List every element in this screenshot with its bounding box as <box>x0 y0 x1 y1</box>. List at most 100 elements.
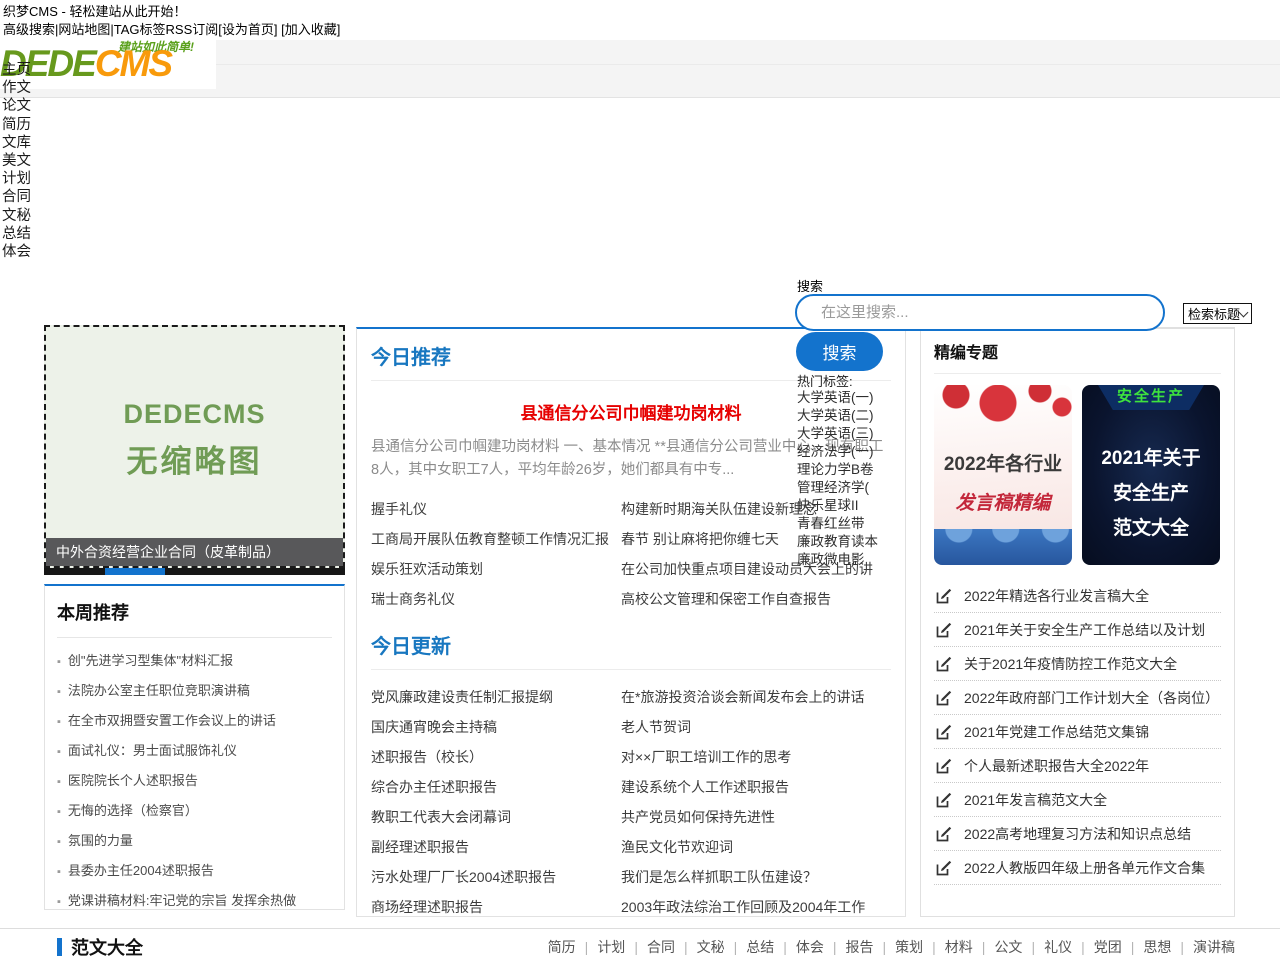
card-title-line: 安全生产 <box>1082 476 1220 511</box>
site-logo[interactable]: 建站如此简单! DEDECMS <box>0 38 216 89</box>
separator: | <box>1031 939 1035 955</box>
topic-link[interactable]: 2021年党建工作总结范文集锦 <box>934 715 1221 749</box>
category-link[interactable]: 总结 <box>746 937 774 957</box>
article-link[interactable]: 我们是怎么样抓职工队伍建设？ <box>621 862 891 892</box>
article-link[interactable]: 2003年政法综治工作回顾及2004年工作 <box>621 892 891 922</box>
list-item[interactable]: ▪党课讲稿材料:牢记党的宗旨 发挥余热做 <box>57 886 332 916</box>
separator: | <box>734 939 738 955</box>
topics-list: 2022年精选各行业发言稿大全 2021年关于安全生产工作总结以及计划 关于20… <box>934 579 1221 885</box>
article-link[interactable]: 副经理述职报告 <box>371 832 621 862</box>
nav-item-wenku[interactable]: 文库 <box>2 134 31 152</box>
search-button[interactable]: 搜索 <box>796 332 883 371</box>
article-link[interactable]: 教职工代表大会闭幕词 <box>371 802 621 832</box>
category-link[interactable]: 演讲稿 <box>1193 937 1235 957</box>
article-link[interactable]: 渔民文化节欢迎词 <box>621 832 891 862</box>
list-item[interactable]: ▪法院办公室主任职位竞职演讲稿 <box>57 676 332 706</box>
article-link[interactable]: 述职报告（校长） <box>371 742 621 772</box>
list-item[interactable]: ▪医院院长个人述职报告 <box>57 766 332 796</box>
article-link[interactable]: 综合办主任述职报告 <box>371 772 621 802</box>
list-item[interactable]: ▪创"先进学习型集体"材料汇报 <box>57 646 332 676</box>
list-item[interactable]: ▪在全市双拥暨安置工作会议上的讲话 <box>57 706 332 736</box>
topic-link[interactable]: 2022年政府部门工作计划大全（各岗位） <box>934 681 1221 715</box>
bullet-icon: ▪ <box>57 686 61 698</box>
category-link[interactable]: 礼仪 <box>1044 937 1072 957</box>
article-link[interactable]: 高校公文管理和保密工作自查报告 <box>621 584 891 614</box>
logo-cms-text: CMS <box>95 43 171 84</box>
category-link[interactable]: 报告 <box>846 937 874 957</box>
topic-link[interactable]: 2021年发言稿范文大全 <box>934 783 1221 817</box>
list-item[interactable]: ▪无悔的选择（检察官） <box>57 796 332 826</box>
list-item[interactable]: ▪面试礼仪：男士面试服饰礼仪 <box>57 736 332 766</box>
nav-item-meiwen[interactable]: 美文 <box>2 152 31 170</box>
topics-panel: 精编专题 2022年各行业 发言稿精编 安全生产 2021年关于 安全生产 范文… <box>920 327 1235 917</box>
tag-link[interactable]: 大学英语(二) <box>797 407 878 425</box>
tag-link[interactable]: 管理经济学( <box>797 479 878 497</box>
topic-card-safety-2021[interactable]: 安全生产 2021年关于 安全生产 范文大全 <box>1082 385 1220 565</box>
article-link[interactable]: 娱乐狂欢活动策划 <box>371 554 621 584</box>
article-link[interactable]: 在*旅游投资洽谈会新闻发布会上的讲话 <box>621 682 891 712</box>
slideshow-thumbnail[interactable]: DEDECMS 无缩略图 中外合资经营企业合同（皮革制品） <box>44 325 345 568</box>
article-link[interactable]: 工商局开展队伍教育整顿工作情况汇报 <box>371 524 621 554</box>
card-title-line: 发言稿精编 <box>934 488 1072 515</box>
separator: | <box>982 939 986 955</box>
article-link[interactable]: 污水处理厂厂长2004述职报告 <box>371 862 621 892</box>
category-link[interactable]: 公文 <box>994 937 1022 957</box>
tag-link[interactable]: 大学英语(三) <box>797 425 878 443</box>
topic-link[interactable]: 2022年精选各行业发言稿大全 <box>934 579 1221 613</box>
category-link[interactable]: 材料 <box>945 937 973 957</box>
search-type-value: 检索标题 <box>1188 304 1240 323</box>
category-link[interactable]: 思想 <box>1143 937 1171 957</box>
article-link[interactable]: 党风廉政建设责任制汇报提纲 <box>371 682 621 712</box>
tag-link[interactable]: 大学英语(一) <box>797 389 878 407</box>
category-link[interactable]: 计划 <box>597 937 625 957</box>
nav-item-tihui[interactable]: 体会 <box>2 243 31 261</box>
nav-item-hetong[interactable]: 合同 <box>2 188 31 206</box>
category-link[interactable]: 党团 <box>1094 937 1122 957</box>
lantern-decoration <box>934 385 1072 441</box>
nav-item-wenmi[interactable]: 文秘 <box>2 207 31 225</box>
nav-item-zongjie[interactable]: 总结 <box>2 225 31 243</box>
topic-link[interactable]: 2022高考地理复习方法和知识点总结 <box>934 817 1221 851</box>
tag-link[interactable]: 廉政教育读本 <box>797 533 878 551</box>
category-link[interactable]: 简历 <box>548 937 576 957</box>
tag-link[interactable]: 青春红丝带 <box>797 515 878 533</box>
nav-item-lunwen[interactable]: 论文 <box>2 97 31 115</box>
tag-link[interactable]: 理论力学B卷 <box>797 461 878 479</box>
topic-cards: 2022年各行业 发言稿精编 安全生产 2021年关于 安全生产 范文大全 <box>934 385 1221 565</box>
article-link[interactable]: 握手礼仪 <box>371 494 621 524</box>
topic-link[interactable]: 个人最新述职报告大全2022年 <box>934 749 1221 783</box>
article-link[interactable]: 共产党员如何保持先进性 <box>621 802 891 832</box>
list-item[interactable]: ▪氛围的力量 <box>57 826 332 856</box>
article-link[interactable]: 建设系统个人工作述职报告 <box>621 772 891 802</box>
nav-item-home[interactable]: 主页 <box>2 61 31 79</box>
topic-link[interactable]: 2022人教版四年级上册各单元作文合集 <box>934 851 1221 885</box>
tag-link[interactable]: 快乐星球II <box>797 497 878 515</box>
article-link[interactable]: 瑞士商务礼仪 <box>371 584 621 614</box>
topic-card-speeches-2022[interactable]: 2022年各行业 发言稿精编 <box>934 385 1072 565</box>
article-link[interactable]: 商场经理述职报告 <box>371 892 621 922</box>
list-item[interactable]: ▪县委办主任2004述职报告 <box>57 856 332 886</box>
category-link[interactable]: 体会 <box>796 937 824 957</box>
article-link[interactable]: 对××厂职工培训工作的思考 <box>621 742 891 772</box>
search-input[interactable] <box>795 294 1165 331</box>
edit-icon <box>936 622 952 638</box>
topic-link[interactable]: 2021年关于安全生产工作总结以及计划 <box>934 613 1221 647</box>
category-link[interactable]: 合同 <box>647 937 675 957</box>
article-link[interactable]: 国庆通宵晚会主持稿 <box>371 712 621 742</box>
nav-item-jihua[interactable]: 计划 <box>2 170 31 188</box>
nav-item-jianli[interactable]: 简历 <box>2 116 31 134</box>
slideshow-pager-active[interactable] <box>105 568 165 575</box>
bullet-icon: ▪ <box>57 656 61 668</box>
divider <box>934 373 1221 374</box>
slideshow-caption[interactable]: 中外合资经营企业合同（皮革制品） <box>46 538 343 566</box>
tag-link[interactable]: 廉政微电影 <box>797 551 878 569</box>
search-type-select[interactable]: 检索标题 <box>1183 303 1252 324</box>
separator: | <box>585 939 589 955</box>
category-link[interactable]: 文秘 <box>697 937 725 957</box>
category-link[interactable]: 策划 <box>895 937 923 957</box>
article-link[interactable]: 老人节贺词 <box>621 712 891 742</box>
tag-link[interactable]: 经济法学(一) <box>797 443 878 461</box>
top-links-row[interactable]: 高级搜索|网站地图|TAG标签RSS订阅[设为首页] [加入收藏] <box>3 19 340 38</box>
topic-link[interactable]: 关于2021年疫情防控工作范文大全 <box>934 647 1221 681</box>
nav-item-zuowen[interactable]: 作文 <box>2 79 31 97</box>
